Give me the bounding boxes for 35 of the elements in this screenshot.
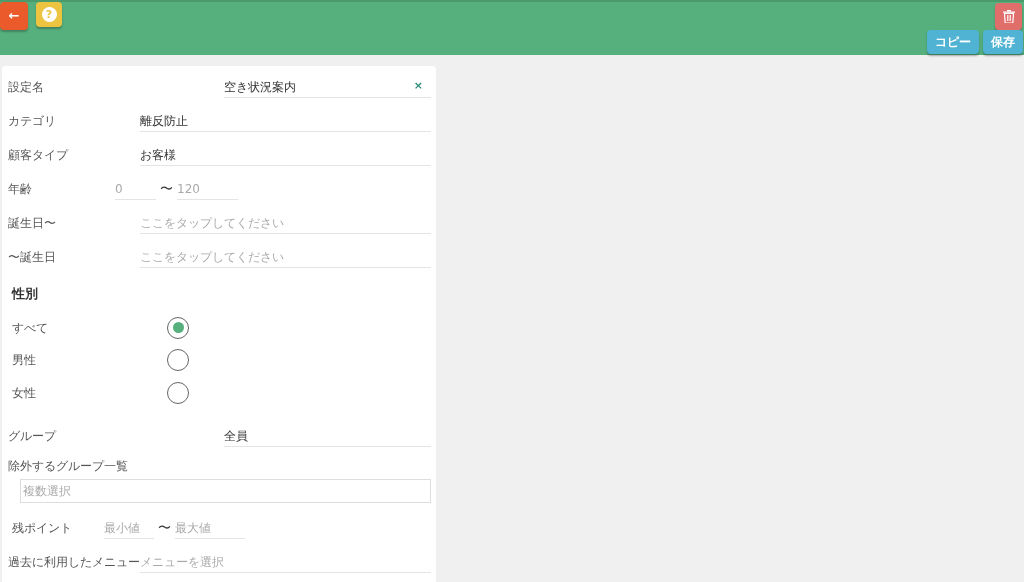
min-field[interactable]: 0 bbox=[115, 178, 156, 200]
picker-field[interactable]: ここをタップしてください bbox=[140, 246, 431, 268]
max-field[interactable]: 120 bbox=[177, 178, 238, 200]
field-label: カテゴリ bbox=[8, 113, 57, 130]
help-button[interactable]: ? bbox=[36, 2, 62, 27]
min-field[interactable]: 最小値 bbox=[104, 517, 154, 539]
field-label: 設定名 bbox=[8, 79, 45, 96]
back-button[interactable]: ← bbox=[0, 2, 28, 30]
radio-label: すべて bbox=[12, 319, 49, 337]
picker-field[interactable]: お客様 bbox=[140, 144, 431, 166]
help-icon: ? bbox=[41, 7, 57, 22]
field-label: 残ポイント bbox=[12, 520, 73, 537]
text-field[interactable]: 全員 bbox=[224, 425, 431, 447]
copy-button[interactable]: コピー bbox=[927, 30, 979, 54]
field-label: 除外するグループ一覧 bbox=[8, 458, 129, 475]
field-label: 誕生日〜 bbox=[8, 215, 57, 232]
section-title: 性別 bbox=[12, 285, 39, 303]
multi-select-field[interactable]: 複数選択 bbox=[20, 479, 431, 503]
text-field[interactable]: 空き状況案内 × bbox=[224, 76, 431, 98]
radio-label: 男性 bbox=[12, 352, 37, 370]
range-separator: 〜 bbox=[160, 180, 173, 199]
save-button[interactable]: 保存 bbox=[983, 30, 1023, 54]
radio-label: 女性 bbox=[12, 384, 37, 402]
picker-field[interactable]: 離反防止 bbox=[140, 110, 431, 132]
delete-button[interactable] bbox=[995, 3, 1022, 30]
picker-field[interactable]: ここをタップしてください bbox=[140, 212, 431, 234]
clear-icon[interactable]: × bbox=[413, 78, 423, 95]
field-label: 〜誕生日 bbox=[8, 249, 57, 266]
field-label: 年齢 bbox=[8, 181, 33, 198]
range-separator: 〜 bbox=[158, 519, 171, 538]
max-field[interactable]: 最大値 bbox=[175, 517, 245, 539]
picker-field[interactable]: メニューを選択 bbox=[140, 551, 431, 573]
field-label: グループ bbox=[8, 428, 58, 445]
trash-icon bbox=[1002, 10, 1015, 23]
field-label: 顧客タイプ bbox=[8, 147, 70, 164]
